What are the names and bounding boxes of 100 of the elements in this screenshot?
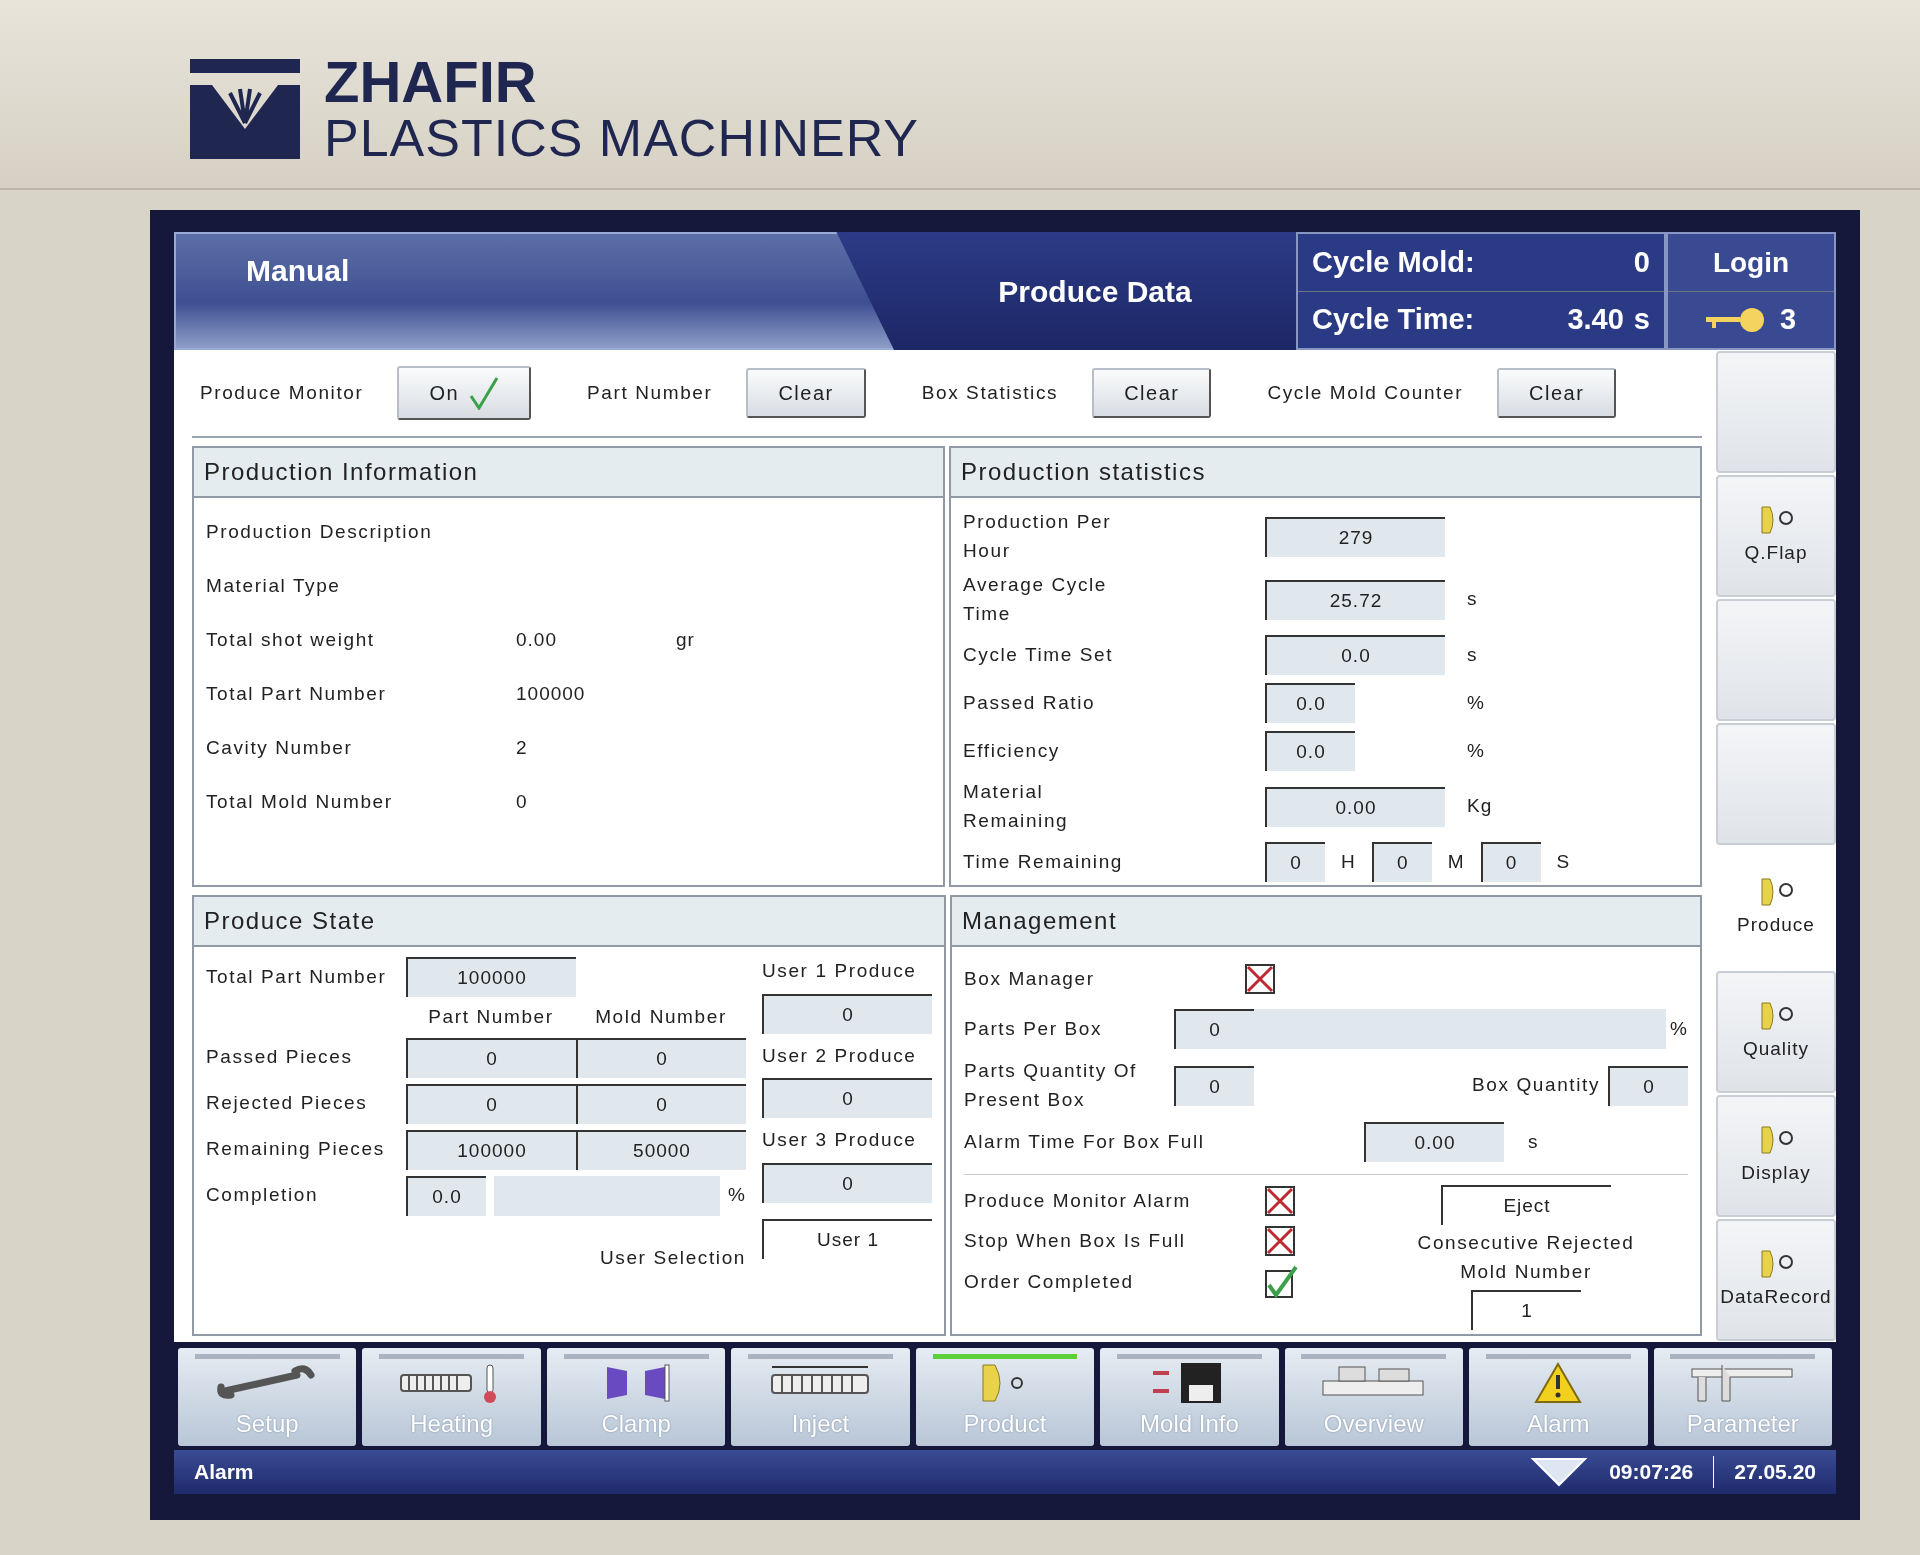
- field-label: Parts Per Box: [964, 1016, 1103, 1041]
- field-label: Production Description: [206, 519, 434, 544]
- unit-label: H: [1341, 849, 1356, 874]
- field-label: Rejected Pieces: [206, 1091, 369, 1116]
- warning-icon: [1533, 1360, 1584, 1405]
- field-value: 0: [516, 789, 529, 814]
- checkbox[interactable]: [1244, 963, 1276, 995]
- value-field: 1: [1471, 1290, 1581, 1330]
- field-label: Efficiency: [963, 738, 1061, 763]
- cycle-time-label: Cycle Time:: [1312, 302, 1476, 338]
- field-label: User 3 Produce: [762, 1128, 918, 1152]
- value-field: 279: [1265, 516, 1445, 557]
- cycle-mold-label: Cycle Mold:: [1312, 244, 1476, 280]
- field-label: Passed Ratio: [963, 690, 1097, 715]
- unit-label: S: [1556, 849, 1571, 874]
- logo-icon: [190, 59, 300, 159]
- value-field: 0: [1174, 1065, 1254, 1106]
- screen-title: Produce Data: [997, 273, 1193, 310]
- value-field: 50000: [576, 1129, 746, 1170]
- value-field: 0: [762, 993, 932, 1034]
- clock-date: 27.05.20: [1733, 1459, 1817, 1486]
- user-select[interactable]: User 1: [762, 1218, 932, 1259]
- field-label: Cycle Time Set: [963, 642, 1115, 667]
- clear-button[interactable]: Clear: [1497, 368, 1617, 418]
- unit-label: s: [1528, 1129, 1539, 1154]
- checkbox[interactable]: [1264, 1185, 1296, 1217]
- field-label: Material Type: [206, 573, 342, 598]
- check-icon: [469, 376, 500, 410]
- field-label: Stop When Box Is Full: [964, 1228, 1187, 1253]
- column-header: Mold Number: [594, 1005, 728, 1029]
- login-button[interactable]: Login: [1668, 234, 1834, 291]
- value-field: 0.0: [406, 1175, 486, 1216]
- field-label: Time Remaining: [963, 849, 1125, 874]
- field-label: Total Part Number: [206, 681, 388, 706]
- field-label: User 1 Produce: [762, 959, 918, 983]
- column-header: Part Number: [427, 1005, 555, 1029]
- field-label: Cavity Number: [206, 735, 354, 760]
- field-label: User Selection: [599, 1245, 746, 1270]
- checkbox[interactable]: [1264, 1225, 1296, 1257]
- value-field: 0: [576, 1083, 746, 1124]
- field-label: Passed Pieces: [206, 1045, 354, 1070]
- field-value: 100000: [516, 681, 587, 706]
- field-label: Completion: [206, 1183, 320, 1208]
- brand-name: ZHAFIR: [324, 52, 538, 111]
- field-label: Total Mold Number: [206, 789, 394, 814]
- unit-label: s: [1467, 642, 1479, 667]
- clock-time: 09:07:26: [1589, 1456, 1715, 1488]
- checkbox[interactable]: [1264, 1265, 1298, 1299]
- key-icon: [1705, 307, 1766, 333]
- side-tab[interactable]: DataRecord: [1716, 1219, 1836, 1341]
- user-level: 3: [1779, 302, 1797, 338]
- toolbar-label: Cycle Mold Counter: [1267, 380, 1464, 405]
- unit-label: %: [1670, 1016, 1688, 1041]
- field-label: Average Cycle Time: [963, 573, 1108, 626]
- value-field: 0: [1480, 842, 1541, 882]
- clear-button[interactable]: Clear: [746, 368, 866, 418]
- toggle-button[interactable]: On: [397, 366, 532, 420]
- value-field: 25.72: [1265, 579, 1445, 620]
- field-label: Parts Quantity Of Present Box: [964, 1059, 1138, 1112]
- side-tab[interactable]: Display: [1716, 1095, 1836, 1217]
- field-label: Material Remaining: [963, 780, 1070, 833]
- clear-button[interactable]: Clear: [1092, 368, 1212, 418]
- field-label: Total Part Number: [206, 964, 388, 989]
- unit-label: Kg: [1467, 794, 1494, 819]
- side-tab[interactable]: Q.Flap: [1716, 475, 1836, 597]
- field-label: Order Completed: [964, 1269, 1135, 1294]
- field-label: Box Quantity: [1472, 1073, 1600, 1098]
- field-label: Production Per Hour: [963, 510, 1113, 563]
- action-select[interactable]: Eject: [1441, 1185, 1611, 1225]
- field-label: Total shot weight: [206, 627, 376, 652]
- value-field: 0: [576, 1037, 746, 1078]
- panel-title: Production Information: [194, 448, 943, 498]
- unit-label: s: [1467, 587, 1479, 612]
- value-field: 0.00: [1265, 786, 1445, 827]
- panel-title: Produce State: [194, 897, 944, 947]
- field-value: 0.00: [516, 627, 558, 652]
- unit-label: %: [728, 1183, 746, 1208]
- field-label: Alarm Time For Box Full: [964, 1129, 1206, 1154]
- value-field: 0.00: [1364, 1122, 1504, 1162]
- value-field: 0.0: [1265, 731, 1355, 771]
- value-field: 0: [1174, 1009, 1254, 1049]
- toolbar-label: Part Number: [587, 380, 713, 405]
- panel-title: Production statistics: [951, 448, 1700, 498]
- cycle-time-value: 3.40: [1567, 302, 1624, 338]
- brand-subtitle: PLASTICS MACHINERY: [324, 110, 919, 166]
- field-label: Produce Monitor Alarm: [964, 1188, 1192, 1213]
- alarm-status: Alarm: [193, 1459, 255, 1486]
- panel-title: Management: [952, 897, 1700, 947]
- field-label: Remaining Pieces: [206, 1137, 386, 1162]
- toolbar-label: Produce Monitor: [200, 380, 364, 405]
- side-tab[interactable]: Quality: [1716, 971, 1836, 1093]
- field-label: Box Manager: [964, 966, 1096, 991]
- cycle-time-unit: s: [1633, 302, 1650, 338]
- value-field: 0: [406, 1037, 576, 1078]
- value-field: 0: [1265, 842, 1325, 882]
- field-label: User 2 Produce: [762, 1043, 918, 1068]
- value-field: 0: [406, 1083, 576, 1124]
- value-field: 0.0: [1265, 635, 1445, 675]
- value-field: 100000: [406, 1129, 576, 1170]
- value-field: 0: [1608, 1065, 1688, 1106]
